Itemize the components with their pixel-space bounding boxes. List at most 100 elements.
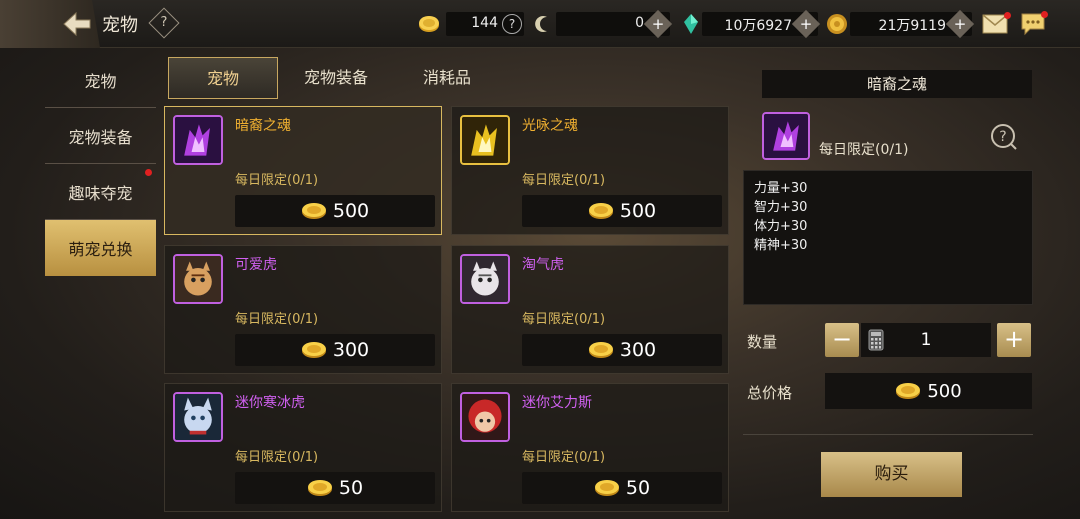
- tab-label: 消耗品: [422, 68, 471, 87]
- medal-counter: 21万9119 +: [850, 9, 975, 39]
- page-title: 宠物: [102, 15, 138, 36]
- medal-value: 21万9119: [878, 18, 946, 34]
- side-item-pet-exchange[interactable]: 萌宠兑换: [45, 220, 156, 276]
- crystal-counter: 10万6927 +: [702, 9, 821, 39]
- buy-button[interactable]: 购买: [821, 452, 962, 497]
- back-arrow-icon: [63, 11, 91, 37]
- stats-box: 力量+30 智力+30 体力+30 精神+30: [743, 170, 1033, 305]
- crescent-coin-icon: [535, 16, 547, 32]
- item-name: 迷你寒冰虎: [235, 395, 305, 411]
- item-price-value: 500: [619, 200, 657, 222]
- crescent-add-button[interactable]: +: [643, 9, 673, 39]
- detail-item-icon: [762, 112, 810, 160]
- tiger-orange-icon: [175, 256, 221, 302]
- item-price-value: 500: [332, 200, 370, 222]
- detail-daily-limit: 每日限定(0/1): [819, 142, 909, 158]
- top-bar: 宠物 ? 144 ? 0 + 10万6927 + 21万9119 +: [0, 0, 1080, 48]
- item-portrait: [460, 254, 510, 304]
- back-button[interactable]: [0, 0, 100, 48]
- item-daily-limit: 每日限定(0/1): [522, 450, 606, 465]
- gold-coin-icon: [594, 480, 619, 496]
- gold-counter: 144 ?: [446, 12, 524, 36]
- stat-line: 体力+30: [754, 219, 808, 234]
- gold-help-icon[interactable]: ?: [502, 14, 522, 34]
- gold-coin-icon: [588, 203, 613, 219]
- side-item-label: 萌宠兑换: [68, 240, 133, 259]
- decrease-button[interactable]: −: [825, 323, 859, 357]
- svg-text:?: ?: [999, 129, 1006, 145]
- purple-soul-icon: [764, 114, 808, 158]
- stat-line: 力量+30: [754, 181, 808, 196]
- side-menu: 宠物 宠物装备 趣味夺宠 萌宠兑换: [45, 52, 156, 276]
- shop-item-card[interactable]: 暗裔之魂每日限定(0/1) 500: [164, 106, 442, 235]
- tab-pet[interactable]: 宠物: [168, 57, 278, 99]
- item-name: 可爱虎: [235, 257, 277, 273]
- side-item-label: 宠物装备: [68, 127, 133, 147]
- shop-item-card[interactable]: 可爱虎每日限定(0/1) 300: [164, 245, 442, 374]
- gold-coin-icon: [896, 383, 921, 399]
- detail-title: 暗裔之魂: [762, 70, 1032, 98]
- item-portrait: [460, 115, 510, 165]
- side-item-label: 宠物: [84, 71, 117, 91]
- crescent-counter: 0 +: [556, 9, 673, 39]
- quantity-label: 数量: [747, 333, 778, 351]
- plus-icon: +: [651, 15, 665, 33]
- stat-line: 精神+30: [754, 238, 808, 253]
- total-price: 500: [825, 373, 1032, 409]
- mail-badge: [1004, 12, 1011, 19]
- crescent-value: 0: [635, 15, 644, 31]
- shop-item-card[interactable]: 迷你寒冰虎每日限定(0/1) 50: [164, 383, 442, 512]
- item-price: 50: [522, 472, 722, 504]
- help-button[interactable]: ?: [148, 7, 180, 39]
- notification-badge: [145, 169, 152, 176]
- item-daily-limit: 每日限定(0/1): [235, 312, 319, 327]
- tiger-white-icon: [462, 256, 508, 302]
- green-crystal-icon: [684, 14, 698, 34]
- item-daily-limit: 每日限定(0/1): [235, 450, 319, 465]
- plus-icon: +: [799, 15, 813, 33]
- item-name: 淘气虎: [522, 257, 564, 273]
- shop-item-card[interactable]: 迷你艾力斯每日限定(0/1) 50: [451, 383, 729, 512]
- tab-label: 宠物: [206, 69, 239, 88]
- item-name: 迷你艾力斯: [522, 395, 592, 411]
- side-item-pet[interactable]: 宠物: [45, 52, 156, 108]
- side-item-pet-equipment[interactable]: 宠物装备: [45, 108, 156, 164]
- shop-item-card[interactable]: 光咏之魂 每日限定(0/1) 500: [451, 106, 729, 235]
- gold-coin-icon: [588, 342, 613, 358]
- item-price: 300: [522, 334, 722, 366]
- item-daily-limit: 每日限定(0/1): [522, 312, 606, 327]
- item-daily-limit: 每日限定(0/1): [522, 173, 606, 188]
- tab-label: 宠物装备: [303, 68, 368, 87]
- item-price: 300: [235, 334, 435, 366]
- tiger-ice-icon: [175, 394, 221, 440]
- crystal-add-button[interactable]: +: [791, 9, 821, 39]
- item-portrait: [173, 254, 223, 304]
- item-price-value: 50: [625, 477, 651, 499]
- item-price: 50: [235, 472, 435, 504]
- chat-badge: [1041, 11, 1048, 18]
- gold-coin-icon: [307, 480, 332, 496]
- side-item-label: 趣味夺宠: [68, 183, 133, 203]
- item-daily-limit: 每日限定(0/1): [235, 173, 319, 188]
- medal-add-button[interactable]: +: [945, 9, 975, 39]
- shop-item-card[interactable]: 淘气虎每日限定(0/1) 300: [451, 245, 729, 374]
- help-icon[interactable]: ?: [990, 123, 1018, 151]
- gold-medal-icon: [827, 14, 847, 34]
- item-price-value: 300: [619, 339, 657, 361]
- plus-icon: +: [953, 15, 967, 33]
- gold-coin-icon: [301, 203, 326, 219]
- red-hair-icon: [462, 394, 508, 440]
- item-portrait: [173, 115, 223, 165]
- gold-value: 144: [471, 15, 498, 31]
- item-price-value: 50: [338, 477, 364, 499]
- item-name: 暗裔之魂: [235, 118, 291, 134]
- side-item-fun-capture[interactable]: 趣味夺宠: [45, 164, 156, 220]
- calculator-icon[interactable]: [868, 329, 884, 351]
- stat-line: 智力+30: [754, 200, 808, 215]
- item-price-value: 300: [332, 339, 370, 361]
- increase-button[interactable]: +: [997, 323, 1031, 357]
- tab-pet-equipment[interactable]: 宠物装备: [281, 57, 391, 99]
- gold-soul-icon: [462, 117, 508, 163]
- tab-consumables[interactable]: 消耗品: [392, 57, 502, 99]
- item-portrait: [460, 392, 510, 442]
